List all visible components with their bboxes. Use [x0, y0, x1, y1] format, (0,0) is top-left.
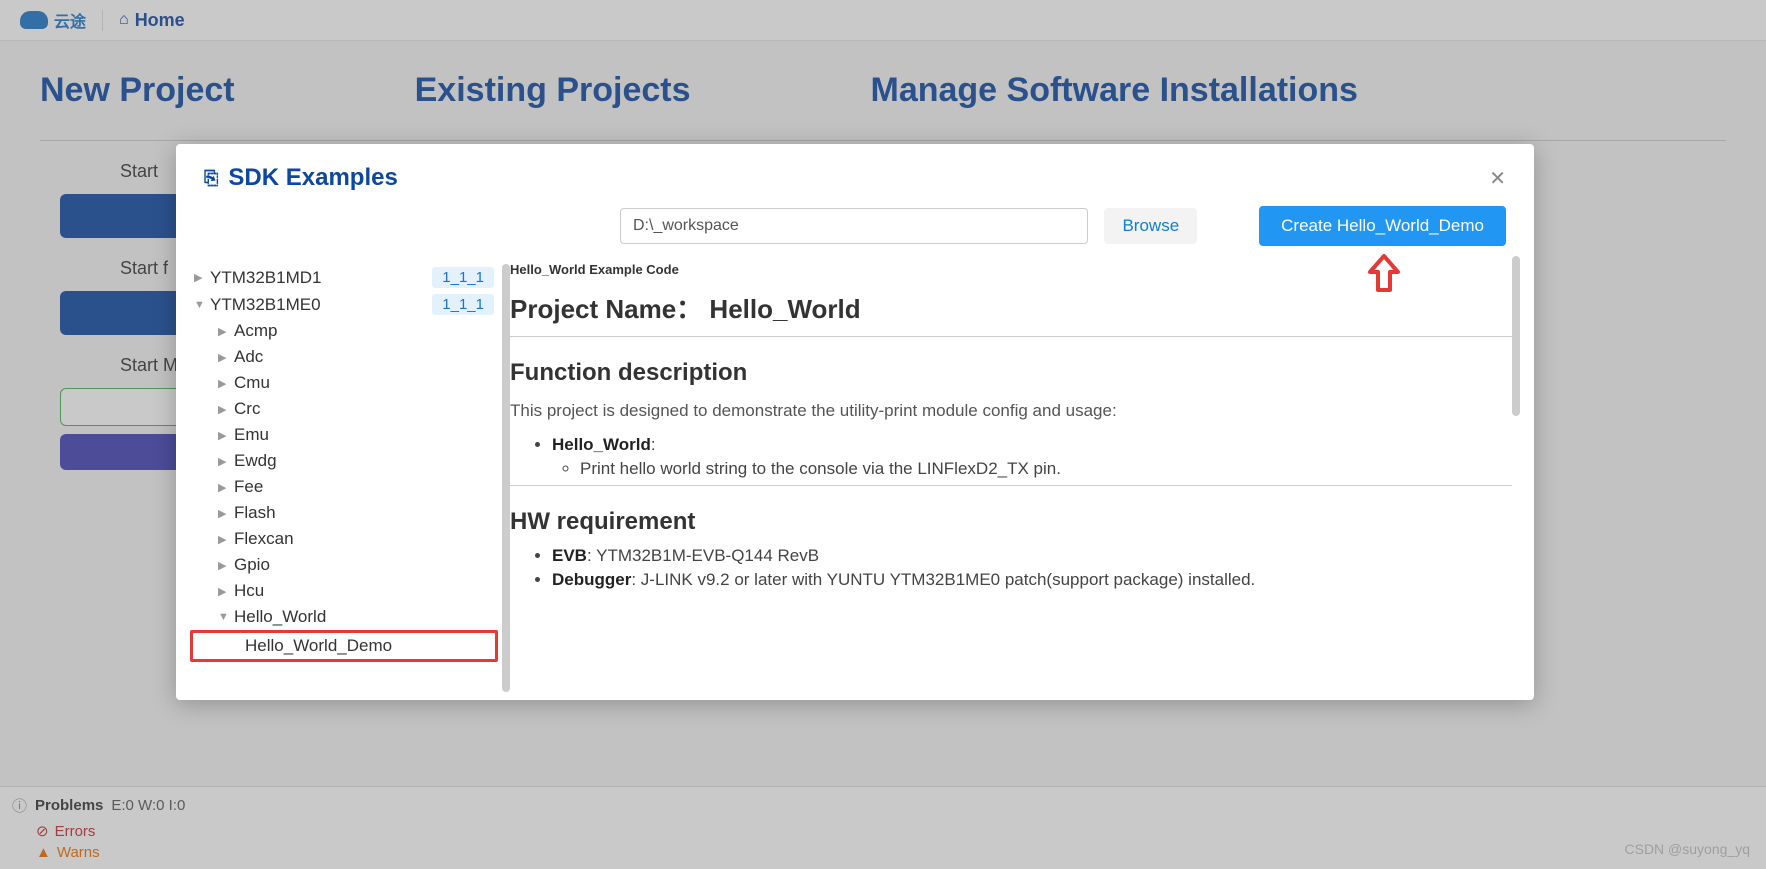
tree-demo-hello-world-demo[interactable]: Hello_World_Demo: [190, 630, 498, 662]
chevron-right-icon: ▶: [218, 429, 228, 442]
browse-button[interactable]: Browse: [1104, 208, 1197, 244]
chevron-right-icon: ▶: [218, 403, 228, 416]
divider: [510, 336, 1512, 337]
create-demo-button[interactable]: Create Hello_World_Demo: [1259, 206, 1506, 246]
func-item-name: Hello_World: [552, 435, 651, 454]
chevron-right-icon: ▶: [194, 271, 204, 284]
example-content: Hello_World Example Code Project Name： H…: [510, 256, 1520, 700]
chevron-right-icon: ▶: [218, 559, 228, 572]
tree-module-emu[interactable]: ▶Emu: [190, 422, 498, 448]
hw-requirement-heading: HW requirement: [510, 508, 1512, 536]
version-badge: 1_1_1: [432, 267, 494, 288]
package-icon: ⎘: [204, 168, 218, 189]
function-description-heading: Function description: [510, 359, 1512, 387]
example-tree[interactable]: ▶YTM32B1MD1 1_1_1 ▼YTM32B1ME0 1_1_1 ▶Acm…: [190, 256, 510, 700]
tree-module-fee[interactable]: ▶Fee: [190, 474, 498, 500]
tree-module-crc[interactable]: ▶Crc: [190, 396, 498, 422]
tree-module-hcu[interactable]: ▶Hcu: [190, 578, 498, 604]
workspace-path-input[interactable]: [620, 208, 1088, 244]
function-list: Hello_World: Print hello world string to…: [510, 435, 1512, 479]
chevron-right-icon: ▶: [218, 481, 228, 494]
version-badge: 1_1_1: [432, 294, 494, 315]
chevron-right-icon: ▶: [218, 325, 228, 338]
func-item-detail: Print hello world string to the console …: [580, 459, 1512, 479]
tree-module-acmp[interactable]: ▶Acmp: [190, 318, 498, 344]
chevron-right-icon: ▶: [218, 455, 228, 468]
divider: [510, 485, 1512, 486]
tree-module-adc[interactable]: ▶Adc: [190, 344, 498, 370]
function-description-text: This project is designed to demonstrate …: [510, 401, 1512, 421]
chevron-down-icon: ▼: [194, 299, 204, 311]
tree-module-flash[interactable]: ▶Flash: [190, 500, 498, 526]
tree-module-cmu[interactable]: ▶Cmu: [190, 370, 498, 396]
sdk-examples-modal: ⎘ SDK Examples ✕ Browse Create Hello_Wor…: [176, 144, 1534, 700]
chevron-right-icon: ▶: [218, 585, 228, 598]
tree-module-flexcan[interactable]: ▶Flexcan: [190, 526, 498, 552]
tree-module-hello-world[interactable]: ▼Hello_World: [190, 604, 498, 630]
chevron-right-icon: ▶: [218, 351, 228, 364]
hw-list: EVB: YTM32B1M-EVB-Q144 RevB Debugger: J-…: [510, 546, 1512, 590]
content-scrollbar[interactable]: [1512, 256, 1520, 416]
annotation-arrow-icon: [1362, 252, 1406, 296]
hw-evb-item: EVB: YTM32B1M-EVB-Q144 RevB: [552, 546, 1512, 566]
close-icon[interactable]: ✕: [1489, 166, 1506, 191]
modal-toolbar: Browse Create Hello_World_Demo: [176, 202, 1534, 256]
tree-scrollbar[interactable]: [502, 264, 510, 692]
tree-module-ewdg[interactable]: ▶Ewdg: [190, 448, 498, 474]
chevron-right-icon: ▶: [218, 533, 228, 546]
chevron-right-icon: ▶: [218, 507, 228, 520]
tree-module-gpio[interactable]: ▶Gpio: [190, 552, 498, 578]
tree-device-ytm32b1me0[interactable]: ▼YTM32B1ME0 1_1_1: [190, 291, 498, 318]
hw-debugger-item: Debugger: J-LINK v9.2 or later with YUNT…: [552, 570, 1512, 590]
modal-title: ⎘ SDK Examples: [204, 164, 398, 192]
chevron-right-icon: ▶: [218, 377, 228, 390]
tree-device-ytm32b1md1[interactable]: ▶YTM32B1MD1 1_1_1: [190, 264, 498, 291]
chevron-down-icon: ▼: [218, 611, 228, 623]
